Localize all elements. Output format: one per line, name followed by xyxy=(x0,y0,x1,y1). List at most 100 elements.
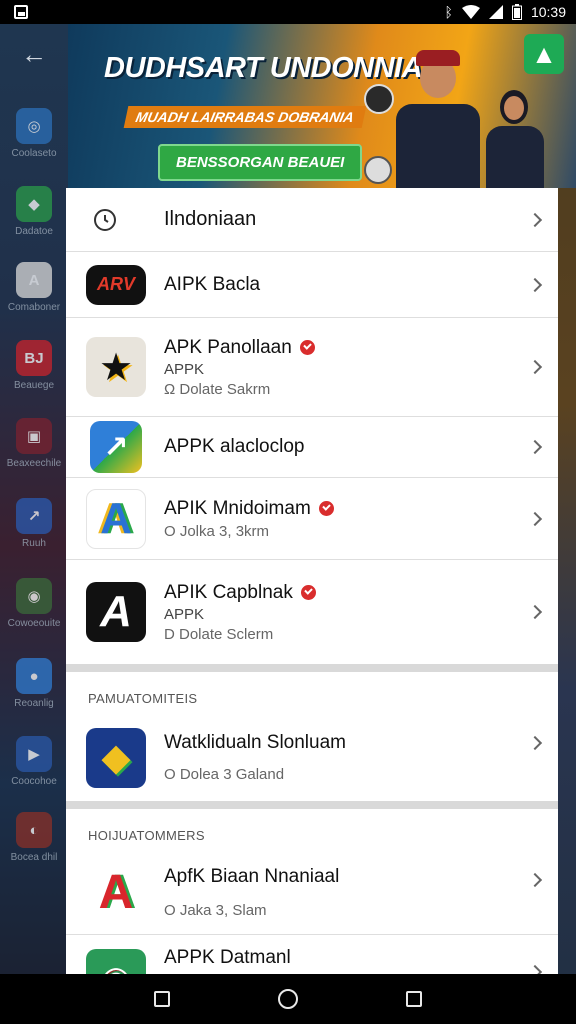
chevron-right-icon xyxy=(527,964,543,974)
app-icon: ↗ xyxy=(90,421,142,473)
app-icon: ◆ xyxy=(16,186,52,222)
list-item[interactable]: ◆ Watklidualn Slonluam O Dolea 3 Galand xyxy=(66,714,558,801)
item-title: Watklidualn Slonluam xyxy=(164,732,346,753)
overview-button[interactable] xyxy=(406,991,422,1007)
side-app-label: Beaxeechile xyxy=(6,458,62,469)
side-app-label: Coocohoe xyxy=(11,776,57,787)
app-icon: A xyxy=(86,582,146,642)
side-app[interactable]: ◆ Dadatoe xyxy=(0,186,68,237)
item-meta: O Dolea 3 Galand xyxy=(164,766,285,783)
battery-icon xyxy=(511,4,522,20)
app-icon: ◐ xyxy=(16,812,52,848)
app-icon: ↗ xyxy=(16,498,52,534)
side-app[interactable]: ◎ Coolaseto xyxy=(0,108,68,159)
screen: ᛒ 10:39 ← ◎ Coolaseto ◆ Dadatoe A Comaboner BJ… xyxy=(0,0,576,1024)
navigation-bar xyxy=(0,974,576,1024)
section-divider xyxy=(66,664,558,672)
side-app[interactable]: ▶ Coocohoe xyxy=(0,736,68,787)
verified-badge-icon xyxy=(318,501,334,516)
chevron-right-icon xyxy=(527,439,543,455)
item-title: APPK Datmanl xyxy=(164,947,291,968)
chevron-right-icon xyxy=(527,277,543,292)
list-item[interactable]: ARV AIPK Bacla xyxy=(66,252,558,318)
app-icon: A xyxy=(86,488,146,549)
app-icon: ◆ xyxy=(86,727,146,788)
side-app[interactable]: BJ Beauege xyxy=(0,340,68,391)
side-app-label: Bocea dhil xyxy=(10,852,58,863)
app-icon: ★ xyxy=(86,337,146,397)
banner-logo-icon: ▲ xyxy=(524,34,564,74)
list-item[interactable]: ↗ APPK alacloclop xyxy=(66,417,558,478)
item-title: APK Panollaan xyxy=(164,336,292,358)
verified-badge-icon xyxy=(299,340,315,355)
app-icon: ▶ xyxy=(16,736,52,772)
side-app[interactable]: ● Reoanlig xyxy=(0,658,68,709)
item-title: AIPK Bacla xyxy=(164,273,261,295)
section-heading: HOIJUATOMMERS xyxy=(88,828,205,843)
app-icon: ◎ xyxy=(16,108,52,144)
section-heading: PAMUATOMITEIS xyxy=(88,691,198,706)
side-app[interactable]: ◉ Cowoeouite xyxy=(0,578,68,629)
item-meta: O Jaka 3, Slam xyxy=(164,902,267,919)
app-icon: BJ xyxy=(16,340,52,376)
signal-icon xyxy=(488,5,503,19)
item-subtitle: APPK xyxy=(164,605,205,623)
header-item[interactable]: Ilndoniaan xyxy=(66,188,558,252)
banner-person-woman xyxy=(480,80,550,188)
side-app-label: Reoanlig xyxy=(14,698,54,709)
banner-badge-icon xyxy=(364,84,394,114)
list-item[interactable]: A APIK Mnidoimam O Jolka 3, 3krm xyxy=(66,478,558,560)
banner-person-officer xyxy=(388,44,488,188)
side-app-label: Ruuh xyxy=(22,538,46,549)
promo-banner[interactable]: DUDHSART UNDONNIAN MUADH LAIRRABAS DOBRA… xyxy=(68,24,576,188)
side-app[interactable]: ◐ Bocea dhil xyxy=(0,812,68,863)
app-icon: ● xyxy=(16,658,52,694)
list-item[interactable]: A ApfK Biaan Nnaniaal O Jaka 3, Slam xyxy=(66,851,558,935)
app-icon: ARV xyxy=(86,264,146,305)
item-title: APIK Mnidoimam xyxy=(164,497,311,519)
list-item[interactable]: A APIK Capblnak APPK D Dolate Sclerm xyxy=(66,560,558,664)
side-app[interactable]: ↗ Ruuh xyxy=(0,498,68,549)
list-item[interactable]: ★ APK Panollaan APPK Ω Dolate Sakrm xyxy=(66,318,558,417)
back-arrow-icon[interactable]: ← xyxy=(14,34,54,74)
item-title: APPK alacloclop xyxy=(164,436,305,457)
wifi-icon xyxy=(461,5,480,19)
app-list-sheet: Ilndoniaan ARV AIPK Bacla ★ APK Panollaa… xyxy=(66,188,558,974)
verified-badge-icon xyxy=(300,585,316,600)
home-button[interactable] xyxy=(278,989,298,1009)
app-icon: A xyxy=(16,262,52,298)
gallery-notification-icon xyxy=(14,5,28,19)
banner-clock-icon xyxy=(364,156,392,184)
app-icon: A xyxy=(86,862,146,923)
clock-icon xyxy=(94,208,116,231)
app-icon: ▣ xyxy=(16,418,52,454)
app-icon: ◉ xyxy=(86,949,146,974)
item-subtitle: APPK xyxy=(164,360,205,378)
side-app-label: Dadatoe xyxy=(15,226,53,237)
status-time: 10:39 xyxy=(530,4,566,20)
item-title: APIK Capblnak xyxy=(164,581,293,603)
chevron-right-icon xyxy=(527,212,543,227)
side-app-label: Coolaseto xyxy=(11,148,57,159)
side-app-label: Comaboner xyxy=(7,302,61,313)
side-app-label: Cowoeouite xyxy=(7,618,61,629)
bluetooth-icon: ᛒ xyxy=(444,4,453,20)
chevron-right-icon xyxy=(527,872,543,888)
header-item-label: Ilndoniaan xyxy=(164,208,257,230)
side-app[interactable]: ▣ Beaxeechile xyxy=(0,418,68,469)
side-app[interactable]: A Comaboner xyxy=(0,262,68,313)
banner-subtitle: MUADH LAIRRABAS DOBRANIA xyxy=(123,106,367,128)
status-bar: ᛒ 10:39 xyxy=(0,0,576,24)
recents-button[interactable] xyxy=(154,991,170,1007)
item-meta: O Jolka 3, 3krm xyxy=(164,522,270,540)
item-meta: D Dolate Sclerm xyxy=(164,625,274,643)
chevron-right-icon xyxy=(527,359,543,375)
banner-cta-button[interactable]: BENSSORGAN BEAUEI xyxy=(158,144,363,181)
side-app-label: Beauege xyxy=(13,380,55,391)
list-item[interactable]: ◉ APPK Datmanl xyxy=(66,935,558,974)
chevron-right-icon xyxy=(527,735,543,751)
item-meta: Ω Dolate Sakrm xyxy=(164,380,271,398)
item-title: ApfK Biaan Nnaniaal xyxy=(164,866,340,887)
app-icon: ◉ xyxy=(16,578,52,614)
chevron-right-icon xyxy=(527,604,543,620)
